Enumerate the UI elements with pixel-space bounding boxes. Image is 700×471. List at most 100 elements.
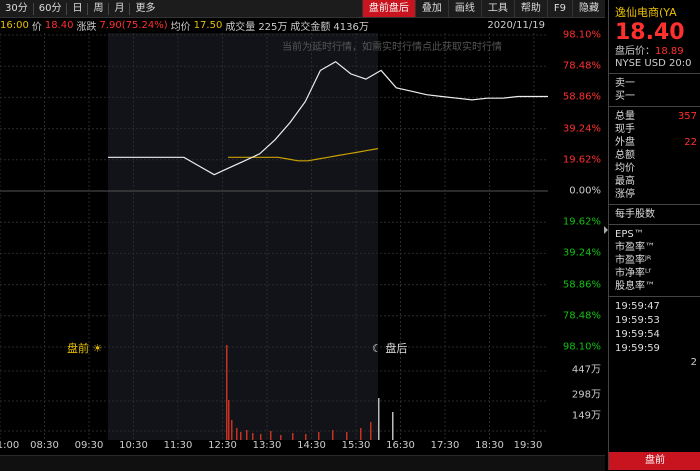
x-axis-tick-label: 17:30 — [430, 440, 460, 451]
stats-list: 总量 357 现手 外盘 22 总额 均价 最高 涨停 — [609, 110, 700, 201]
x-axis-tick-label: 15:30 — [341, 440, 371, 451]
y-axis-tick-label: 78.48% — [562, 310, 601, 322]
x-axis-tick-label: 09:30 — [74, 440, 104, 451]
y-axis-tick-label: 78.48% — [562, 60, 601, 72]
panel-divider — [609, 224, 700, 225]
sun-icon: ☀ — [92, 342, 103, 355]
per-share-row: 每手股数 — [609, 208, 700, 221]
x-axis-tick-label: 18:30 — [475, 440, 504, 451]
panel-divider — [609, 73, 700, 74]
stat-value — [667, 175, 700, 188]
stat-value — [667, 162, 700, 175]
post-market-label: ☾ 盘后 — [372, 340, 407, 356]
volume-bar — [246, 430, 248, 440]
stat-value: 357 — [677, 111, 697, 122]
stat-row: 总量 357 — [609, 110, 700, 123]
x-axis-tick-label: 12:30 — [208, 440, 237, 451]
y-axis-tick-label: 98.10% — [562, 29, 601, 41]
per-share-label: 每手股数 — [615, 209, 655, 220]
volume-axis-label: 447万 — [571, 364, 601, 376]
last-count: 2 — [690, 357, 697, 368]
last-count-row: 2 — [609, 356, 700, 369]
info-avg-label: 均价 — [170, 21, 191, 33]
ratio-label: EPS™ — [615, 229, 644, 240]
stat-row: 总额 — [609, 149, 700, 162]
stat-label: 外盘 — [615, 137, 635, 148]
stat-value — [667, 123, 700, 136]
delayed-quote-notice[interactable]: 当前为延时行情，如需实时行情点此获取实时行情 — [282, 38, 502, 53]
x-axis-tick-label: 14:30 — [297, 440, 326, 451]
pre-post-market-button[interactable]: 盘前盘后 — [361, 0, 415, 17]
volume-bar — [346, 432, 348, 440]
overlay-button[interactable]: 叠加 — [414, 0, 448, 17]
tick-time: 19:59:53 — [615, 315, 660, 326]
percent-axis: 98.10% 78.48% 58.86% 39.24% 19.62% 0.00% 19.62… — [548, 0, 605, 440]
panel-divider — [609, 106, 700, 107]
y-axis-tick-label: 98.10% — [562, 341, 601, 353]
period-60min[interactable]: 60分 — [34, 0, 67, 17]
stat-value: 22 — [684, 137, 697, 148]
y-axis-tick-label: 58.86% — [562, 91, 601, 103]
period-day[interactable]: 日 — [67, 0, 87, 17]
tools-button[interactable]: 工具 — [480, 0, 514, 17]
quote-info-bar: 16:00 价 18.40 涨跌 7.90(75.24%) 均价 17.50 成… — [0, 18, 548, 33]
stat-label: 最高 — [615, 176, 635, 187]
stat-row: 均价 — [609, 162, 700, 175]
volume-axis-label: 298万 — [571, 389, 601, 401]
intraday-chart[interactable] — [0, 33, 548, 440]
panel-price: 18.40 — [615, 20, 685, 45]
volume-bar — [292, 433, 294, 440]
volume-bar — [370, 422, 372, 440]
tick-time: 19:59:59 — [615, 343, 660, 354]
ratio-row: 市盈率™ — [609, 241, 700, 254]
ratio-row: 市净率ᴸᶠ — [609, 267, 700, 280]
y-axis-tick-label: 39.24% — [562, 247, 601, 259]
after-hours-price: 18.89 — [655, 46, 684, 57]
tick-time: 19:59:47 — [615, 301, 660, 312]
period-more[interactable]: 更多 — [130, 0, 160, 17]
x-axis-tick-label: 11:30 — [163, 440, 193, 451]
volume-bar — [360, 428, 362, 440]
help-button[interactable]: 帮助 — [513, 0, 547, 17]
buy1-label: 买一 — [615, 91, 635, 102]
volume-axis-label: 149万 — [571, 410, 601, 422]
tick-time: 19:59:54 — [615, 329, 660, 340]
panel-divider — [609, 204, 700, 205]
volume-bar — [236, 428, 238, 440]
regular-session-area — [108, 33, 378, 440]
y-axis-tick-label: 19.62% — [562, 154, 601, 166]
stat-label: 总额 — [615, 150, 635, 161]
period-30min[interactable]: 30分 — [0, 0, 33, 17]
panel-divider — [609, 296, 700, 297]
volume-bar — [252, 433, 254, 440]
x-axis-tick-label: 16:30 — [386, 440, 415, 451]
x-axis-tick-label: 19:30 — [513, 440, 543, 451]
period-month[interactable]: 月 — [109, 0, 129, 17]
y-axis-tick-label: 39.24% — [562, 123, 601, 135]
y-axis-tick-label: 58.86% — [562, 279, 601, 291]
ratio-label: 市净率ᴸᶠ — [615, 268, 652, 279]
period-week[interactable]: 周 — [88, 0, 108, 17]
x-axis-tick-label: 1:00 — [0, 440, 20, 451]
volume-bar — [228, 400, 230, 440]
volume-bar — [240, 432, 242, 440]
chart-toolbar: 30分 60分 日 周 月 更多 盘前盘后 叠加 画线 工具 帮助 F9 隐藏 — [0, 0, 605, 18]
time-axis: 1:00 08:30 09:30 10:30 11:30 12:30 13:30 14:30 1… — [0, 440, 605, 454]
stat-label: 均价 — [615, 163, 635, 174]
volume-bar — [270, 431, 272, 440]
post-market-text: 盘后 — [385, 342, 408, 355]
exchange-row: NYSE USD 20:0 — [615, 58, 692, 69]
ratio-row: 股息率™ — [609, 280, 700, 293]
ratios-list: EPS™ 市盈率™ 市盈率ᴶᴿ 市净率ᴸᶠ 股息率™ — [609, 228, 700, 293]
panel-bottom-button[interactable]: 盘前 — [609, 452, 700, 470]
draw-line-button[interactable]: 画线 — [447, 0, 481, 17]
volume-bar — [318, 432, 320, 440]
info-amount: 4136万 — [333, 21, 369, 33]
stat-value — [667, 149, 700, 162]
info-amount-label: 成交金额 — [290, 21, 331, 33]
info-time: 16:00 — [0, 19, 29, 31]
volume-bar — [392, 412, 394, 440]
info-price: 18.40 — [44, 19, 74, 31]
volume-bar — [226, 345, 228, 440]
ratio-label: 股息率™ — [615, 281, 655, 292]
